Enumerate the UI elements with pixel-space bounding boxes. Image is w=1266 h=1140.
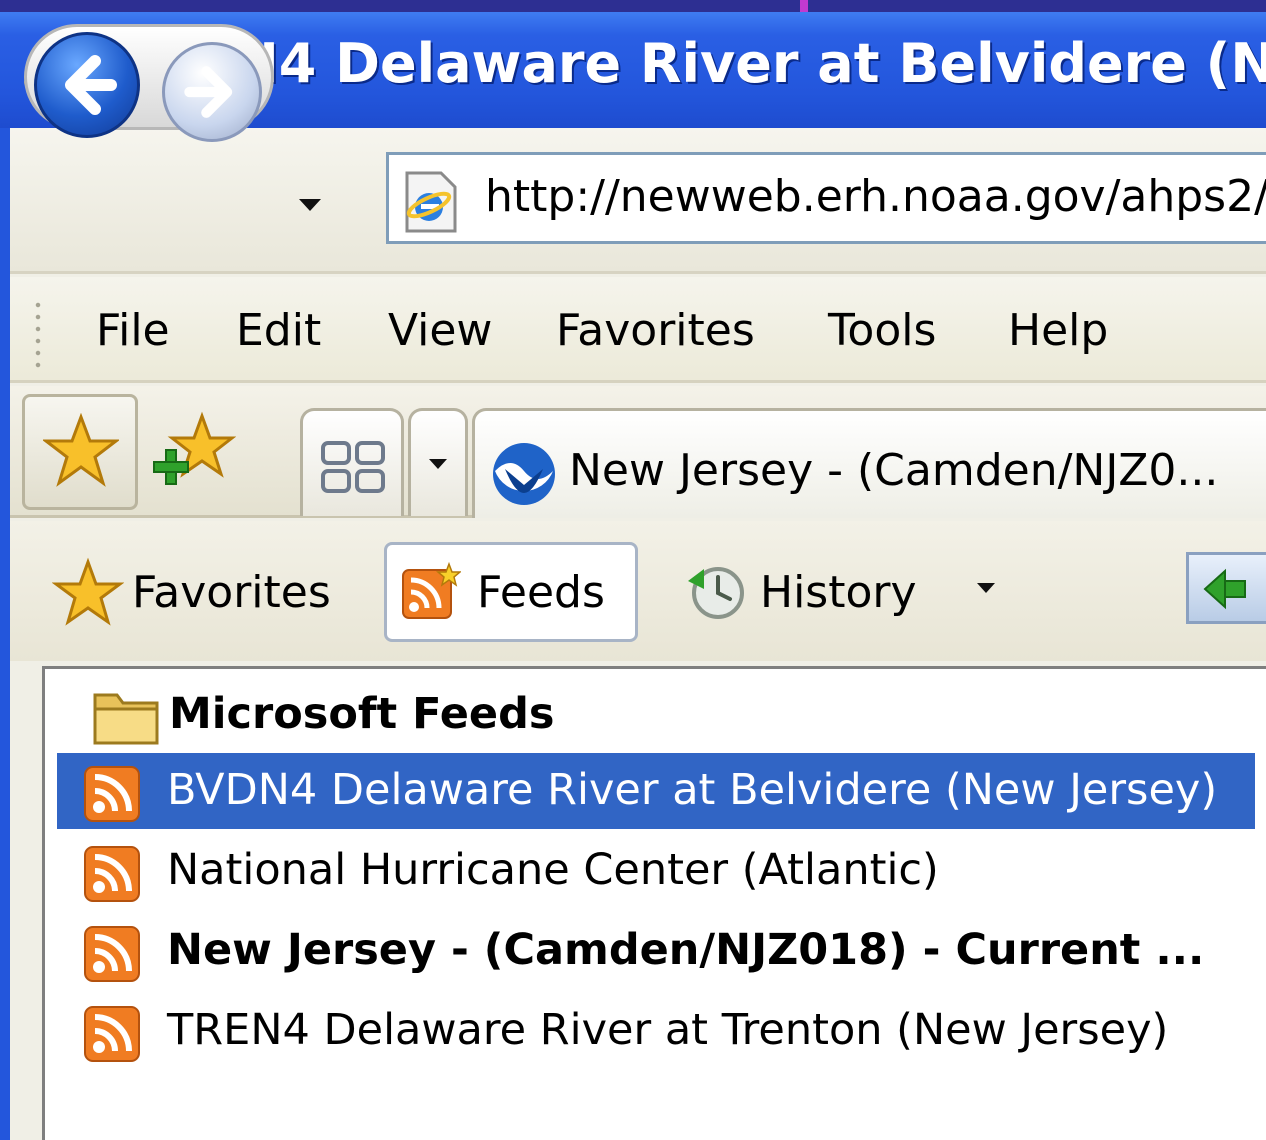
feed-item-nhc[interactable]: National Hurricane Center (Atlantic) (57, 833, 1255, 909)
recent-pages-dropdown[interactable] (290, 190, 330, 220)
add-to-favorites-button[interactable] (152, 410, 237, 494)
rss-icon (84, 766, 140, 822)
star-plus-icon (153, 411, 237, 485)
favorites-tab-button[interactable]: Favorites (52, 542, 331, 642)
chevron-down-icon (429, 458, 447, 469)
back-button[interactable] (34, 32, 140, 138)
desktop-accent (800, 0, 808, 12)
feed-folder[interactable]: Microsoft Feeds (57, 677, 1255, 753)
forward-button[interactable] (162, 42, 262, 142)
page-icon (405, 171, 457, 233)
menu-view[interactable]: View (388, 305, 492, 356)
arrow-left-icon (65, 55, 117, 115)
tab-active[interactable]: New Jersey - (Camden/NJZ0... (472, 408, 1266, 518)
menu-file[interactable]: File (96, 305, 170, 356)
feed-item-label: BVDN4 Delaware River at Belvidere (New J… (167, 765, 1218, 815)
menu-tools[interactable]: Tools (828, 305, 936, 356)
toolbar-grip[interactable] (34, 299, 42, 369)
feed-item-tren4[interactable]: TREN4 Delaware River at Trenton (New Jer… (57, 993, 1255, 1069)
chevron-down-icon (977, 583, 995, 593)
folder-label: Microsoft Feeds (169, 689, 555, 739)
history-view-dropdown[interactable] (966, 570, 1006, 606)
menu-edit[interactable]: Edit (236, 305, 321, 356)
feed-list: Microsoft Feeds BVDN4 Delaware River at … (42, 666, 1266, 1140)
desktop-strip (0, 0, 1266, 12)
pin-arrow-icon (1203, 568, 1246, 610)
feeds-icon (402, 562, 461, 619)
folder-icon (93, 693, 159, 745)
rss-icon (84, 1006, 140, 1062)
feed-item-label: National Hurricane Center (Atlantic) (167, 845, 939, 895)
feed-item-label: New Jersey - (Camden/NJZ018) - Current .… (167, 925, 1205, 975)
favorites-center-button[interactable] (22, 394, 138, 510)
quick-tabs-icon (321, 441, 385, 493)
menu-favorites[interactable]: Favorites (556, 305, 755, 356)
favorites-tab-label: Favorites (132, 566, 331, 618)
menu-help[interactable]: Help (1008, 305, 1108, 356)
pin-favorites-center-button[interactable] (1186, 552, 1266, 624)
feed-item-bvdn4[interactable]: BVDN4 Delaware River at Belvidere (New J… (57, 753, 1255, 829)
history-icon (688, 567, 744, 619)
star-icon (43, 413, 119, 487)
tab-title: New Jersey - (Camden/NJZ0... (569, 445, 1219, 496)
quick-tabs-button[interactable] (300, 408, 404, 516)
noaa-logo-icon (493, 443, 555, 505)
address-url: http://newweb.erh.noaa.gov/ahps2/ (485, 171, 1266, 222)
feed-item-label: TREN4 Delaware River at Trenton (New Jer… (167, 1005, 1169, 1055)
arrow-right-icon (184, 66, 233, 118)
tab-list-button[interactable] (408, 408, 468, 516)
feed-item-new-jersey[interactable]: New Jersey - (Camden/NJZ018) - Current .… (57, 913, 1255, 989)
history-tab-label: History (760, 566, 917, 618)
chevron-down-icon (299, 199, 321, 211)
rss-icon (84, 846, 140, 902)
history-tab-button[interactable]: History (682, 542, 917, 642)
star-icon (52, 557, 124, 626)
window-title: BVDN4 Delaware River at Belvidere (New J (108, 32, 1266, 95)
feeds-tab-label: Feeds (477, 566, 605, 618)
rss-icon (84, 926, 140, 982)
feeds-tab-button[interactable]: Feeds (384, 542, 638, 642)
address-bar[interactable]: http://newweb.erh.noaa.gov/ahps2/ (386, 152, 1266, 244)
